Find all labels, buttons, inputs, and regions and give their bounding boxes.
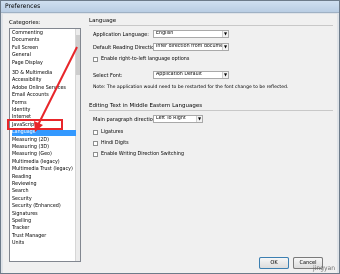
category-item[interactable]: Units	[12, 241, 76, 247]
hindi-digits-checkbox[interactable]	[93, 141, 98, 146]
category-item[interactable]: Commenting	[12, 31, 76, 37]
window-title: Preferences	[5, 3, 41, 10]
rtl-options-checkbox[interactable]	[93, 57, 98, 62]
category-item[interactable]: Measuring (Geo)	[12, 152, 76, 158]
app-language-value: English	[156, 31, 174, 36]
rtl-options-checkbox-row[interactable]: Enable right-to-left language options	[93, 57, 189, 64]
paragraph-direction-label: Main paragraph direction:	[93, 117, 158, 123]
category-item[interactable]: Measuring (2D)	[12, 138, 76, 144]
category-item[interactable]: Forms	[12, 101, 76, 107]
category-item[interactable]: 3D & Multimedia	[12, 71, 76, 77]
categories-list[interactable]: Commenting Documents Full Screen General Pag…	[9, 28, 81, 262]
language-heading: Language	[89, 18, 117, 24]
category-item[interactable]: Tracker	[12, 226, 76, 232]
section-divider	[89, 25, 333, 26]
select-font-value: Application Default	[156, 72, 202, 77]
ligatures-checkbox[interactable]	[93, 130, 98, 135]
category-item[interactable]: General	[12, 53, 76, 59]
chevron-down-icon: ▼	[196, 116, 202, 122]
hindi-digits-checkbox-row[interactable]: Hindi Digits	[93, 141, 129, 148]
dialog-body: Categories: Commenting Documents Full Scre…	[3, 14, 337, 273]
scrollbar-thumb[interactable]	[76, 35, 80, 75]
category-item[interactable]: Multimedia (legacy)	[12, 160, 76, 166]
category-item[interactable]: Security (Enhanced)	[12, 204, 76, 210]
writing-direction-checkbox[interactable]	[93, 152, 98, 157]
middle-eastern-heading: Editing Text in Middle Eastern Languages	[89, 103, 203, 109]
category-item[interactable]: Trust Manager	[12, 234, 76, 240]
chevron-down-icon: ▼	[222, 31, 228, 37]
ligatures-checkbox-row[interactable]: Ligatures	[93, 130, 123, 137]
category-item[interactable]: Search	[12, 189, 76, 195]
preferences-window: Preferences Categories: Commenting Docume…	[0, 0, 340, 274]
categories-label: Categories:	[9, 20, 41, 26]
app-language-dropdown[interactable]: English ▼	[153, 30, 229, 38]
restart-note: Note: The application would need to be r…	[93, 85, 289, 90]
paragraph-direction-value: Left To Right	[156, 116, 186, 121]
hindi-digits-label: Hindi Digits	[101, 141, 129, 146]
select-font-label: Select Font:	[93, 73, 123, 79]
reading-direction-dropdown[interactable]: Infer direction from document ▼	[153, 43, 229, 51]
reading-direction-value: Infer direction from document	[156, 44, 229, 49]
select-font-dropdown[interactable]: Application Default ▼	[153, 71, 229, 79]
category-item[interactable]: Documents	[12, 38, 76, 44]
title-bar[interactable]: Preferences	[1, 1, 339, 13]
app-language-label: Application Language:	[93, 32, 149, 38]
category-item[interactable]: Reading	[12, 175, 76, 181]
category-item[interactable]: Identity	[12, 108, 76, 114]
reading-direction-label: Default Reading Direction:	[93, 45, 160, 51]
chevron-down-icon: ▼	[222, 72, 228, 78]
category-item[interactable]: Email Accounts	[12, 93, 76, 99]
highlight-box-annotation	[7, 119, 63, 130]
writing-direction-checkbox-row[interactable]: Enable Writing Direction Switching	[93, 152, 184, 159]
category-item[interactable]: Language	[12, 130, 76, 137]
ligatures-label: Ligatures	[101, 130, 124, 135]
paragraph-direction-dropdown[interactable]: Left To Right ▼	[153, 115, 203, 123]
category-item[interactable]: Full Screen	[12, 46, 76, 52]
ok-button[interactable]: OK	[259, 257, 289, 269]
chevron-down-icon: ▼	[222, 44, 228, 50]
category-item[interactable]: Signatures	[12, 212, 76, 218]
category-item[interactable]: Security	[12, 197, 76, 203]
category-item[interactable]: Adobe Online Services	[12, 86, 76, 92]
section-divider	[89, 110, 333, 111]
category-item[interactable]: Reviewing	[12, 182, 76, 188]
rtl-options-label: Enable right-to-left language options	[101, 57, 190, 62]
category-item[interactable]: Spelling	[12, 219, 76, 225]
watermark: jingyan	[313, 265, 335, 272]
category-item[interactable]: Accessibility	[12, 78, 76, 84]
category-item[interactable]: Multimedia Trust (legacy)	[12, 167, 76, 173]
writing-direction-label: Enable Writing Direction Switching	[101, 152, 184, 157]
category-item[interactable]: Measuring (3D)	[12, 145, 76, 151]
category-item[interactable]: Page Display	[12, 61, 76, 67]
